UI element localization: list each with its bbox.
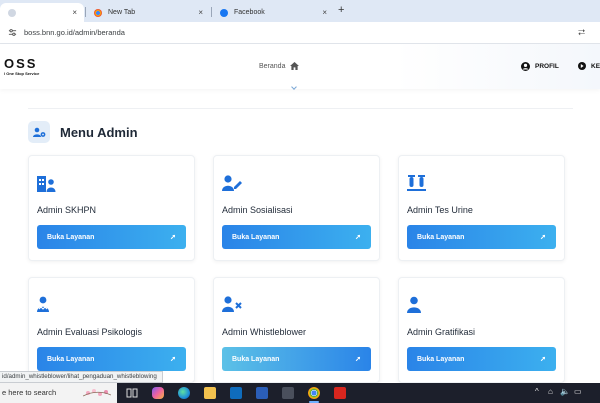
site-header: OSS l One Stop Service Beranda PROFIL KE: [0, 44, 600, 89]
site-favicon-icon: [8, 8, 16, 17]
close-tab-icon[interactable]: ×: [198, 8, 203, 17]
users-cog-icon: [28, 121, 50, 143]
address-bar: boss.bnn.go.id/admin/beranda ⮂: [0, 22, 600, 44]
file-explorer-icon[interactable]: [204, 387, 216, 399]
user-icon: [407, 296, 421, 313]
admin-card-skhpn: Admin SKHPN Buka Layanan ➚: [28, 155, 195, 261]
logout-icon: [578, 62, 586, 70]
card-title: Admin SKHPN: [37, 205, 97, 215]
close-tab-icon[interactable]: ×: [322, 8, 327, 17]
arrow-up-right-icon: ➚: [170, 234, 176, 241]
vials-icon: [407, 175, 426, 191]
taskbar-search-field[interactable]: e here to search: [0, 383, 117, 403]
admin-card-whistleblower: Admin Whistleblower Buka Layanan ➚: [213, 277, 380, 383]
open-service-button[interactable]: Buka Layanan ➚: [407, 347, 556, 371]
nav-beranda[interactable]: Beranda: [259, 62, 300, 70]
browser-tab-current[interactable]: ×: [0, 3, 84, 22]
network-icon[interactable]: ⌂: [548, 387, 553, 396]
building-users-icon: [37, 176, 56, 192]
button-label: Buka Layanan: [47, 355, 95, 363]
copilot-icon[interactable]: [152, 387, 164, 399]
edge-icon[interactable]: [178, 387, 190, 399]
page-title: Menu Admin: [60, 124, 138, 140]
admin-card-gratifikasi: Admin Gratifikasi Buka Layanan ➚: [398, 277, 565, 383]
browser-tab-new-tab[interactable]: New Tab ×: [86, 3, 210, 22]
nav-profil-label: PROFIL: [535, 63, 559, 70]
url-field[interactable]: boss.bnn.go.id/admin/beranda: [24, 28, 125, 37]
arrow-up-right-icon: ➚: [355, 356, 361, 363]
open-service-button[interactable]: Buka Layanan ➚: [37, 347, 186, 371]
word-icon[interactable]: [256, 387, 268, 399]
nav-profil[interactable]: PROFIL: [521, 62, 559, 71]
open-service-button[interactable]: Buka Layanan ➚: [37, 225, 186, 249]
task-view-icon[interactable]: [126, 387, 138, 399]
section-divider: [28, 108, 573, 109]
tray-chevron-up-icon[interactable]: ^: [535, 387, 539, 396]
chrome-taskbar-icon[interactable]: [308, 387, 320, 399]
close-tab-icon[interactable]: ×: [72, 8, 77, 17]
nav-keluar[interactable]: KE: [578, 62, 600, 70]
arrow-up-right-icon: ➚: [170, 356, 176, 363]
tab-title: New Tab: [108, 9, 136, 16]
header-decoration: [395, 44, 600, 89]
speaker-icon[interactable]: 🔈: [560, 387, 570, 396]
menu-header: Menu Admin: [28, 121, 138, 143]
user-circle-icon: [521, 62, 530, 71]
os-taskbar: e here to search ^ ⌂ 🔈 ▭: [0, 383, 600, 403]
user-times-icon: [222, 296, 242, 312]
arrow-up-right-icon: ➚: [540, 234, 546, 241]
open-service-button[interactable]: Buka Layanan ➚: [407, 225, 556, 249]
browser-tab-strip: × New Tab × Facebook × +: [0, 0, 600, 22]
button-label: Buka Layanan: [232, 355, 280, 363]
user-edit-icon: [222, 175, 242, 191]
battery-icon[interactable]: ▭: [574, 387, 582, 396]
outlook-icon[interactable]: [230, 387, 242, 399]
card-title: Admin Tes Urine: [407, 205, 473, 215]
open-service-button[interactable]: Buka Layanan ➚: [222, 225, 371, 249]
button-label: Buka Layanan: [47, 233, 95, 241]
translate-icon[interactable]: ⮂: [578, 27, 585, 38]
user-scale-icon: [37, 296, 49, 312]
link-status-url: id/admin_whistleblower/lihat_pengaduan_w…: [0, 371, 163, 383]
blossom-decoration-icon: [83, 389, 111, 397]
card-title: Admin Evaluasi Psikologis: [37, 327, 143, 337]
admin-card-sosialisasi: Admin Sosialisasi Buka Layanan ➚: [213, 155, 380, 261]
button-label: Buka Layanan: [417, 355, 465, 363]
tab-title: Facebook: [234, 9, 265, 16]
browser-tab-facebook[interactable]: Facebook ×: [212, 3, 334, 22]
site-settings-icon[interactable]: [8, 28, 17, 37]
nav-keluar-label: KE: [591, 62, 600, 70]
acrobat-icon[interactable]: [334, 387, 346, 399]
site-logo[interactable]: OSS: [4, 57, 37, 70]
arrow-up-right-icon: ➚: [540, 356, 546, 363]
new-tab-button[interactable]: +: [338, 4, 344, 16]
button-label: Buka Layanan: [232, 233, 280, 241]
admin-card-tes-urine: Admin Tes Urine Buka Layanan ➚: [398, 155, 565, 261]
arrow-up-right-icon: ➚: [355, 234, 361, 241]
home-icon: [290, 62, 300, 70]
button-label: Buka Layanan: [417, 233, 465, 241]
facebook-icon: [220, 8, 228, 17]
admin-card-evaluasi-psikologis: Admin Evaluasi Psikologis Buka Layanan ➚: [28, 277, 195, 383]
taskbar-search-placeholder: e here to search: [2, 388, 57, 397]
calculator-icon[interactable]: [282, 387, 294, 399]
open-service-button[interactable]: Buka Layanan ➚: [222, 347, 371, 371]
card-title: Admin Sosialisasi: [222, 205, 293, 215]
card-title: Admin Gratifikasi: [407, 327, 476, 337]
card-title: Admin Whistleblower: [222, 327, 307, 337]
nav-beranda-label: Beranda: [259, 62, 286, 70]
site-logo-subtitle: l One Stop Service: [4, 71, 40, 76]
chrome-icon: [94, 8, 102, 17]
